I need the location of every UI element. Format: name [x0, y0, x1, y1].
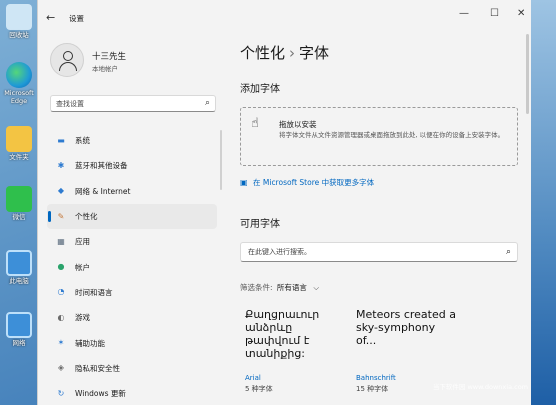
store-link-label: 在 Microsoft Store 中获取更多字体 [253, 178, 375, 187]
filter-value: 所有语言 [276, 283, 307, 292]
desktop-icon-wechat[interactable]: 微信 [2, 186, 36, 221]
computer-icon [6, 250, 32, 276]
shield-icon: ◈ [57, 363, 65, 373]
font-count: 5 种字体 [245, 385, 273, 393]
desktop-icon-label: 文件夹 [9, 153, 29, 161]
bluetooth-icon: ✱ [57, 160, 65, 170]
desktop-icon-edge[interactable]: Microsoft Edge [2, 62, 36, 105]
desktop-icon-label: 网络 [12, 339, 26, 347]
desktop-icon-label: 微信 [12, 213, 26, 221]
sidebar-scrollbar[interactable] [220, 130, 222, 190]
available-fonts-heading: 可用字体 [240, 219, 280, 230]
minimize-button[interactable]: — [459, 8, 469, 19]
wifi-icon: ◆ [57, 186, 65, 196]
monitor-icon: ▬ [57, 135, 65, 145]
sidebar-item[interactable]: ● 帐户 [47, 254, 217, 279]
sidebar-item-label: 帐户 [75, 262, 90, 272]
sidebar-item[interactable]: ◆ 网络 & Internet [47, 179, 217, 204]
font-search[interactable]: ⌕ [240, 242, 518, 262]
add-font-heading: 添加字体 [240, 84, 280, 95]
sidebar-item-label: 系统 [75, 136, 90, 146]
desktop-icon-network[interactable]: 网络 [2, 312, 36, 347]
user-profile[interactable]: 十三先生 本地帐户 [50, 43, 220, 79]
pen-icon: ✎ [57, 211, 65, 221]
globe-clock-icon: ◔ [57, 287, 65, 297]
account-type: 本地帐户 [92, 65, 118, 73]
sidebar-item-label: 游戏 [75, 313, 90, 323]
recycle-bin-icon [6, 4, 32, 30]
font-sample: Քաղցրաւուր անձրևը թափվում է տանիքից: [245, 308, 320, 360]
desktop: 回收站 Microsoft Edge 文件夹 微信 此电脑 网络 [0, 0, 40, 405]
settings-search-input[interactable] [51, 96, 191, 111]
sidebar-item[interactable]: ▬ 系统 [47, 128, 217, 153]
desktop-icon-label: 此电脑 [9, 277, 29, 285]
sidebar-item-label: 辅助功能 [75, 338, 105, 348]
font-drop-zone[interactable]: ☝ 拖放以安装 将字体文件从文件资源管理器或桌面拖放到此处, 以便在你的设备上安… [240, 107, 518, 166]
main-scrollbar[interactable] [526, 34, 529, 114]
hand-cursor-icon: ☝ [251, 116, 259, 131]
search-icon[interactable]: ⌕ [506, 247, 511, 257]
edge-icon [6, 62, 32, 88]
accessibility-icon: ✶ [57, 338, 65, 348]
chevron-down-icon: ⌵ [313, 283, 319, 292]
language-filter[interactable]: 筛选条件: 所有语言 ⌵ [240, 282, 319, 293]
desktop-icon-computer[interactable]: 此电脑 [2, 250, 36, 285]
settings-search[interactable]: ⌕ [50, 95, 216, 112]
sidebar-item-label: 蓝牙和其他设备 [75, 161, 128, 171]
sidebar-item-label: 时间和语言 [75, 287, 113, 297]
settings-window: ← 设置 — ☐ ✕ 十三先生 本地帐户 ⌕ ▬ 系统 ✱ 蓝牙和其他设备 ◆ 网络 & … [37, 0, 531, 405]
font-search-input[interactable] [241, 243, 491, 261]
sidebar-nav: ▬ 系统 ✱ 蓝牙和其他设备 ◆ 网络 & Internet ✎ 个性化 ▦ 应用 ● 帐户 ◔ 时间和语… [47, 128, 217, 405]
folder-icon [6, 126, 32, 152]
wechat-icon [6, 186, 32, 212]
search-icon[interactable]: ⌕ [205, 98, 210, 108]
close-button[interactable]: ✕ [517, 8, 525, 19]
person-icon [63, 51, 73, 61]
watermark: 当下软件园 www.downxia.com [432, 383, 528, 391]
store-bag-icon: ▣ [240, 178, 248, 187]
drop-description: 将字体文件从文件资源管理器或桌面拖放到此处, 以便在你的设备上安装字体。 [279, 131, 505, 139]
window-title: 设置 [69, 14, 84, 23]
desktop-icon-label: 回收站 [9, 31, 29, 39]
desktop-icon-recycle-bin[interactable]: 回收站 [2, 4, 36, 39]
page-title: 字体 [299, 44, 330, 62]
account-icon: ● [57, 262, 65, 272]
sidebar-item[interactable]: ✶ 辅助功能 [47, 330, 217, 355]
avatar [50, 43, 84, 77]
desktop-wallpaper [530, 0, 556, 405]
user-name: 十三先生 [92, 52, 127, 62]
sidebar-item[interactable]: ▦ 应用 [47, 229, 217, 254]
breadcrumb: 个性化 › 字体 [240, 42, 329, 63]
person-icon-body [59, 62, 77, 71]
sidebar-item-label: 个性化 [75, 212, 98, 222]
back-arrow-icon[interactable]: ← [46, 11, 55, 24]
filter-label: 筛选条件: [240, 283, 273, 292]
sidebar-item[interactable]: ↻ Windows 更新 [47, 381, 217, 405]
font-name: Arial [245, 374, 261, 382]
desktop-icon-label: Microsoft Edge [4, 89, 34, 105]
sidebar-item[interactable]: ◐ 游戏 [47, 305, 217, 330]
desktop-icon-folder[interactable]: 文件夹 [2, 126, 36, 161]
store-link[interactable]: ▣ 在 Microsoft Store 中获取更多字体 [240, 177, 374, 188]
sidebar-item[interactable]: ✎ 个性化 [47, 203, 217, 230]
update-icon: ↻ [57, 388, 65, 398]
gamepad-icon: ◐ [57, 312, 65, 322]
sidebar-item[interactable]: ◈ 隐私和安全性 [47, 356, 217, 381]
title-bar: ← 设置 — ☐ ✕ [38, 0, 531, 34]
sidebar-item[interactable]: ◔ 时间和语言 [47, 280, 217, 305]
maximize-button[interactable]: ☐ [490, 8, 499, 19]
font-card-arial[interactable]: Քաղցրաւուր անձրևը թափվում է տանիքից: Ari… [245, 308, 345, 394]
network-icon [6, 312, 32, 338]
sidebar-item[interactable]: ✱ 蓝牙和其他设备 [47, 153, 217, 178]
breadcrumb-separator: › [289, 44, 296, 62]
sidebar-item-label: 应用 [75, 237, 90, 247]
breadcrumb-parent[interactable]: 个性化 [240, 44, 285, 62]
drop-title: 拖放以安装 [279, 120, 317, 129]
sidebar-item-label: 网络 & Internet [75, 186, 131, 196]
font-sample: Meteors created a sky-symphony of... [356, 308, 456, 347]
sidebar-item-label: 隐私和安全性 [75, 363, 120, 373]
sidebar-item-label: Windows 更新 [75, 389, 126, 399]
apps-icon: ▦ [57, 236, 65, 246]
